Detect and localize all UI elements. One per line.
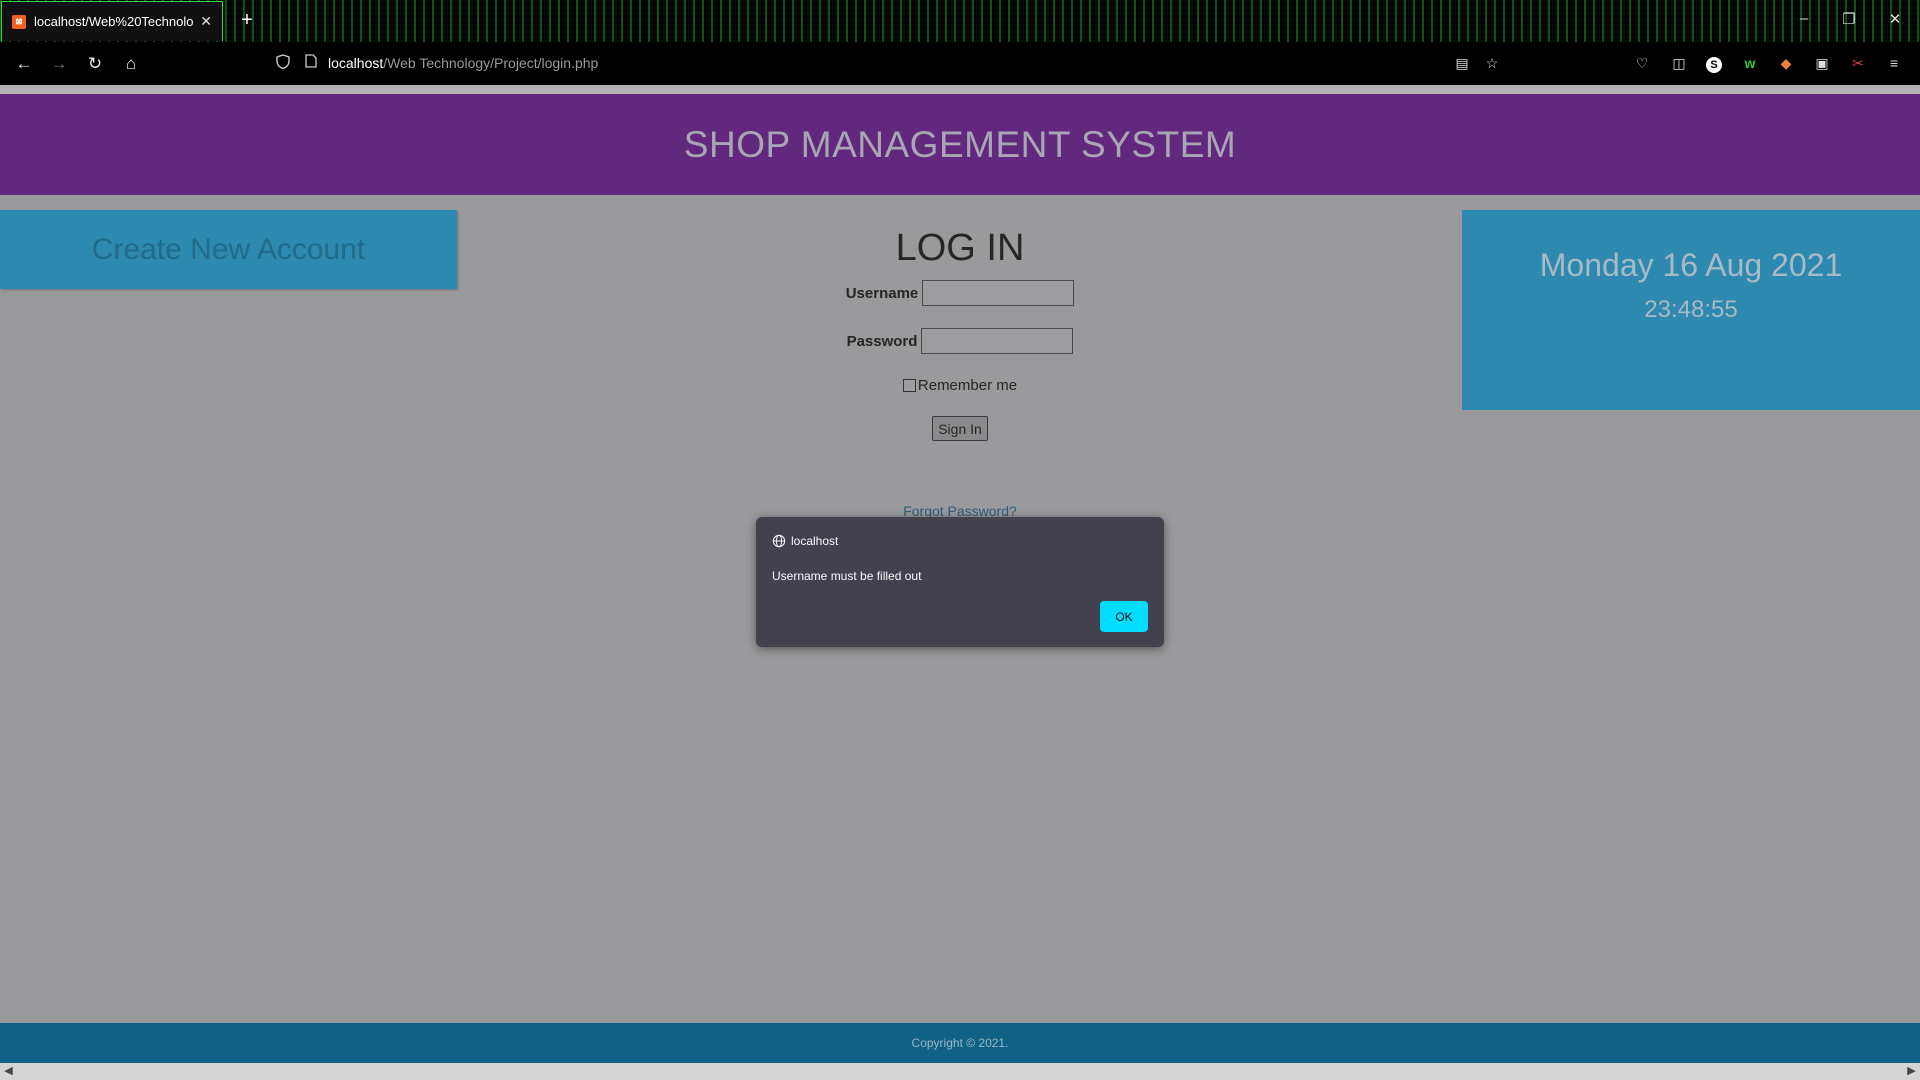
site-footer: Copyright © 2021. [0,1023,1920,1063]
forward-icon[interactable]: → [47,54,71,74]
login-title: LOG IN [895,227,1025,269]
horizontal-scrollbar[interactable]: ◀ ▶ [0,1063,1920,1080]
username-row: Username [0,280,1920,306]
site-title: SHOP MANAGEMENT SYSTEM [683,123,1237,165]
new-tab-icon[interactable]: + [236,9,258,32]
dialog-message: Username must be filled out [772,569,922,583]
dialog-origin-label: localhost [791,534,839,548]
page-top-strip [0,85,1920,94]
menu-icon[interactable]: ≡ [1884,53,1904,73]
password-input[interactable] [921,328,1074,354]
extension-oo-icon[interactable]: ▣ [1812,53,1832,73]
back-icon[interactable]: ← [12,54,36,74]
sign-in-button[interactable]: Sign In [932,416,988,441]
username-input[interactable] [922,280,1075,306]
site-header: SHOP MANAGEMENT SYSTEM [0,94,1920,195]
bookmark-star-icon[interactable]: ☆ [1482,53,1502,73]
extension-s-icon[interactable]: S [1704,53,1724,73]
restore-icon[interactable]: ❐ [1839,10,1859,28]
navigation-bar: ← → ↻ ⌂ localhost/Web Technology/Project… [0,42,1920,85]
alert-dialog: localhost Username must be filled out OK [756,517,1164,647]
remember-me-checkbox[interactable] [902,379,916,392]
url-path: /Web Technology/Project/login.php [383,55,599,71]
tab-close-icon[interactable]: ✕ [200,13,212,30]
url-bar[interactable]: localhost/Web Technology/Project/login.p… [328,55,598,71]
dialog-origin: localhost [772,534,838,548]
tab-title: localhost/Web%20Technology/ [34,14,195,29]
browser-tab-active[interactable]: ⊠ localhost/Web%20Technology/ ✕ [1,1,223,41]
extension-fox-icon[interactable]: ◆ [1776,53,1796,73]
password-row: Password [0,328,1920,354]
globe-icon [772,534,786,548]
xampp-favicon-icon: ⊠ [12,14,26,29]
page-info-icon[interactable] [302,54,320,71]
scroll-left-icon[interactable]: ◀ [0,1063,17,1080]
tracking-shield-icon[interactable] [274,54,292,72]
copyright-text: Copyright © 2021. [911,1036,1009,1050]
signin-row: Sign In [0,416,1920,441]
ok-button[interactable]: OK [1100,601,1148,632]
minimize-icon[interactable]: – [1794,10,1814,27]
url-host: localhost [328,55,384,71]
close-window-icon[interactable]: ✕ [1885,10,1905,28]
reload-icon[interactable]: ↻ [83,54,107,74]
remember-me-label: Remember me [917,377,1018,394]
remember-row: Remember me [0,377,1920,394]
sidebar-icon[interactable]: ◫ [1669,53,1689,73]
reader-view-icon[interactable]: ▤ [1452,53,1472,73]
extension-tools-icon[interactable]: ✂ [1848,53,1868,73]
tab-bar: ⊠ localhost/Web%20Technology/ ✕ + – ❐ ✕ [0,0,1920,42]
scroll-right-icon[interactable]: ▶ [1903,1063,1920,1080]
username-label: Username [845,284,919,302]
password-label: Password [846,332,918,350]
home-icon[interactable]: ⌂ [119,54,143,74]
extension-w-icon[interactable]: w [1740,53,1760,73]
pocket-icon[interactable]: ♡ [1632,53,1652,73]
